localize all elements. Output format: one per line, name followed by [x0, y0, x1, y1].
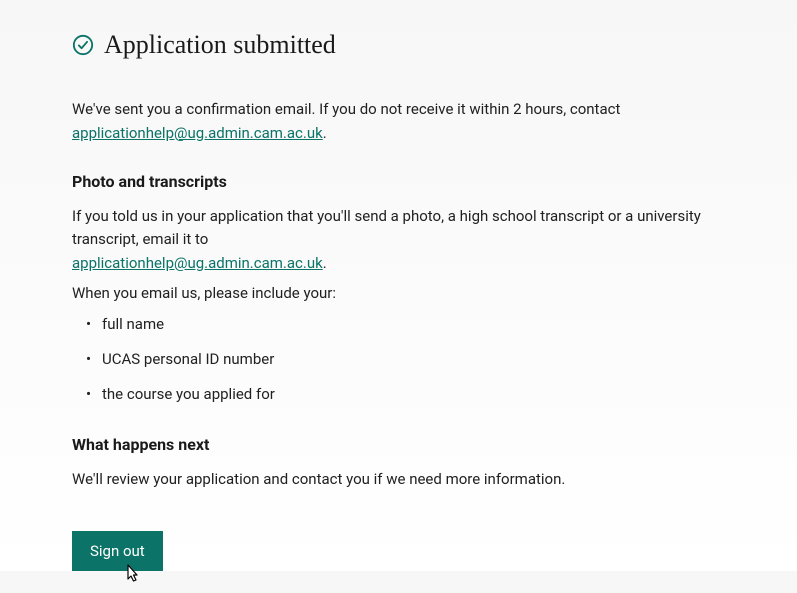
- next-section-title: What happens next: [72, 435, 725, 454]
- next-section-text: We'll review your application and contac…: [72, 468, 725, 491]
- sign-out-button[interactable]: Sign out: [72, 531, 163, 571]
- photo-email-link[interactable]: applicationhelp@ug.admin.cam.ac.uk: [72, 254, 323, 272]
- photo-transcripts-section: Photo and transcripts If you told us in …: [72, 172, 725, 406]
- page-header: Application submitted: [72, 30, 725, 60]
- intro-block: We've sent you a confirmation email. If …: [72, 98, 725, 142]
- photo-section-title: Photo and transcripts: [72, 172, 725, 191]
- list-item: UCAS personal ID number: [86, 349, 725, 370]
- what-happens-next-section: What happens next We'll review your appl…: [72, 435, 725, 491]
- include-list: full name UCAS personal ID number the co…: [72, 314, 725, 405]
- intro-text: We've sent you a confirmation email. If …: [72, 98, 725, 121]
- photo-section-text: If you told us in your application that …: [72, 205, 725, 252]
- list-item: the course you applied for: [86, 384, 725, 405]
- contact-email-link[interactable]: applicationhelp@ug.admin.cam.ac.uk: [72, 124, 323, 142]
- photo-period: .: [323, 254, 327, 272]
- check-circle-icon: [72, 34, 94, 56]
- list-intro-text: When you email us, please include your:: [72, 284, 725, 302]
- list-item: full name: [86, 314, 725, 335]
- page-title: Application submitted: [104, 30, 336, 60]
- intro-period: .: [323, 124, 327, 142]
- button-container: Sign out: [72, 531, 725, 571]
